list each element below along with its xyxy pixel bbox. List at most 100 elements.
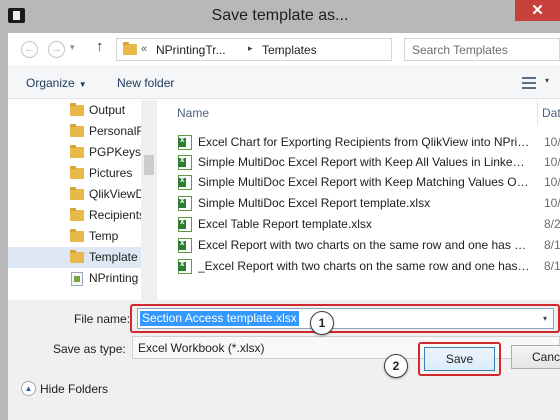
nav-item-label: Output bbox=[89, 103, 126, 117]
file-date: 10/ bbox=[544, 175, 560, 189]
file-name-value[interactable]: Section Access template.xlsx bbox=[140, 311, 299, 326]
organize-button[interactable]: Organize ▼ bbox=[26, 76, 87, 90]
nav-item-templates[interactable]: Template bbox=[8, 247, 141, 268]
file-name-dropdown-icon[interactable]: ▾ bbox=[543, 314, 547, 323]
file-date: 8/1 bbox=[544, 238, 560, 252]
file-name-highlight: Section Access template.xlsx ▾ bbox=[130, 304, 560, 333]
nav-item-output[interactable]: Output bbox=[8, 100, 141, 121]
nprinting-file-icon bbox=[71, 272, 83, 286]
hide-folders-label: Hide Folders bbox=[40, 382, 109, 396]
window-frame bbox=[0, 33, 8, 420]
nav-item-label: Pictures bbox=[89, 166, 133, 180]
nav-item-personal[interactable]: PersonalF bbox=[8, 121, 144, 142]
address-bar[interactable]: « NPrintingTr... ▸ Templates ▾ ↻ bbox=[116, 38, 489, 61]
excel-file-icon bbox=[178, 155, 192, 170]
folder-icon bbox=[70, 229, 84, 242]
file-name-label: File name: bbox=[74, 312, 131, 326]
nav-item-label: PersonalF bbox=[89, 124, 144, 138]
folder-icon bbox=[70, 166, 84, 179]
nav-item-qlikview[interactable]: QlikViewD bbox=[8, 184, 145, 205]
breadcrumb-templates[interactable]: Templates bbox=[262, 43, 317, 57]
forward-button[interactable]: → bbox=[48, 41, 65, 58]
file-date: 8/1 bbox=[544, 259, 560, 273]
breadcrumb-separator-icon[interactable]: ▸ bbox=[248, 43, 253, 54]
recent-locations-icon[interactable]: ▾ bbox=[70, 42, 75, 53]
address-row: ← → ▾ ↑ « NPrintingTr... ▸ Templates ▾ ↻… bbox=[8, 33, 560, 65]
window-title: Save template as... bbox=[211, 7, 349, 24]
column-header-date-label: Dat bbox=[542, 106, 560, 120]
file-name: Simple MultiDoc Excel Report with Keep A… bbox=[198, 155, 530, 169]
nav-item-label: QlikViewD bbox=[89, 187, 145, 201]
cancel-button[interactable]: Cancel bbox=[511, 345, 560, 369]
file-row[interactable]: _Excel Report with two charts on the sam… bbox=[168, 256, 560, 277]
new-folder-button[interactable]: New folder bbox=[117, 76, 174, 90]
file-name: _Excel Report with two charts on the sam… bbox=[198, 259, 530, 273]
folder-icon bbox=[123, 42, 137, 55]
file-name-field[interactable]: Section Access template.xlsx ▾ bbox=[137, 308, 554, 329]
file-list: Name Dat Excel Chart for Exporting Recip… bbox=[168, 100, 560, 300]
file-row[interactable]: Simple MultiDoc Excel Report template.xl… bbox=[168, 193, 560, 214]
file-name: Simple MultiDoc Excel Report with Keep M… bbox=[198, 175, 530, 189]
nav-item-pictures[interactable]: Pictures bbox=[8, 163, 141, 184]
file-name: Excel Chart for Exporting Recipients fro… bbox=[198, 135, 530, 149]
up-one-level-icon[interactable]: ↑ bbox=[96, 38, 104, 55]
folder-icon bbox=[70, 187, 84, 200]
save-as-type-label: Save as type: bbox=[53, 342, 126, 356]
excel-file-icon bbox=[178, 175, 192, 190]
search-box[interactable]: Search Templates bbox=[404, 38, 560, 61]
nav-item-label: PGPKeys bbox=[89, 145, 142, 159]
column-header-date[interactable]: Dat bbox=[537, 100, 560, 126]
breadcrumb-overflow[interactable]: « bbox=[141, 43, 147, 55]
file-name: Excel Table Report template.xlsx bbox=[198, 217, 372, 231]
excel-file-icon bbox=[178, 217, 192, 232]
back-button[interactable]: ← bbox=[21, 41, 38, 58]
close-button[interactable]: ✕ bbox=[515, 0, 560, 21]
title-bar: Save template as... ✕ bbox=[0, 0, 560, 33]
file-row[interactable]: Excel Chart for Exporting Recipients fro… bbox=[168, 132, 560, 153]
nav-item-temp[interactable]: Temp bbox=[8, 226, 141, 247]
folder-icon bbox=[70, 145, 84, 158]
nav-scrollbar-thumb[interactable] bbox=[144, 155, 154, 175]
step-callout-2: 2 bbox=[384, 354, 408, 378]
file-date: 10/ bbox=[544, 196, 560, 210]
excel-file-icon bbox=[178, 238, 192, 253]
save-form-panel: File name: Section Access template.xlsx … bbox=[8, 300, 560, 420]
nav-item-label: Template bbox=[89, 250, 138, 264]
nav-item-nprinting[interactable]: NPrinting bbox=[8, 268, 141, 289]
file-date: 10/ bbox=[544, 135, 560, 149]
column-header-name[interactable]: Name bbox=[177, 106, 209, 120]
save-button[interactable]: Save bbox=[424, 347, 495, 371]
search-input[interactable]: Search Templates bbox=[412, 43, 508, 57]
file-row[interactable]: Simple MultiDoc Excel Report with Keep A… bbox=[168, 152, 560, 173]
nav-item-label: NPrinting bbox=[89, 271, 139, 285]
file-date: 10/ bbox=[544, 155, 560, 169]
chevron-down-icon: ▼ bbox=[78, 80, 87, 89]
save-as-type-value: Excel Workbook (*.xlsx) bbox=[138, 341, 265, 355]
navigation-pane: Output PersonalF PGPKeys Pictures QlikVi… bbox=[8, 100, 157, 300]
breadcrumb-nprinting[interactable]: NPrintingTr... bbox=[156, 43, 226, 57]
nav-item-label: Temp bbox=[89, 229, 119, 243]
file-row[interactable]: Excel Report with two charts on the same… bbox=[168, 235, 560, 256]
step-callout-1: 1 bbox=[310, 311, 334, 335]
file-row[interactable]: Simple MultiDoc Excel Report with Keep M… bbox=[168, 172, 560, 193]
file-name: Simple MultiDoc Excel Report template.xl… bbox=[198, 196, 431, 210]
view-dropdown-icon[interactable]: ▾ bbox=[545, 76, 549, 85]
folder-icon bbox=[70, 124, 84, 137]
file-name: Excel Report with two charts on the same… bbox=[198, 238, 530, 252]
folder-icon bbox=[70, 103, 84, 116]
file-row[interactable]: Excel Table Report template.xlsx 8/2 bbox=[168, 214, 560, 235]
nav-item-label: Recipients bbox=[89, 208, 146, 222]
command-toolbar: Organize ▼ New folder ▾ bbox=[8, 65, 560, 99]
save-button-highlight: Save bbox=[418, 342, 501, 376]
excel-file-icon bbox=[178, 259, 192, 274]
file-date: 8/2 bbox=[544, 217, 560, 231]
nav-item-pgpkeys[interactable]: PGPKeys bbox=[8, 142, 141, 163]
excel-file-icon bbox=[178, 196, 192, 211]
chevron-up-icon: ▲ bbox=[21, 381, 36, 396]
nav-item-recipients[interactable]: Recipients bbox=[8, 205, 145, 226]
organize-label: Organize bbox=[26, 76, 75, 90]
view-options-icon[interactable] bbox=[522, 77, 536, 89]
nav-scrollbar[interactable] bbox=[141, 100, 157, 300]
excel-file-icon bbox=[178, 135, 192, 150]
folder-icon bbox=[70, 208, 84, 221]
